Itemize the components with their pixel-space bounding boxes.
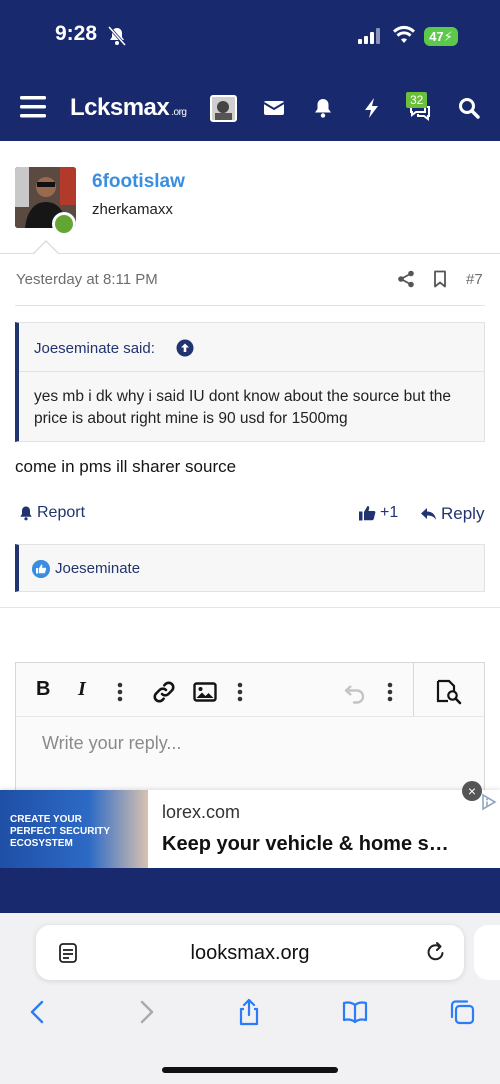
site-logo[interactable]: Lcksmax .org (70, 94, 187, 122)
bookmark-icon[interactable] (432, 270, 448, 288)
thumbs-up-icon (359, 506, 376, 521)
battery-level: 47 (429, 29, 444, 44)
reply-button[interactable]: Reply (420, 504, 484, 524)
link-icon[interactable] (152, 680, 176, 704)
reply-label: Reply (441, 504, 485, 523)
more-options-icon[interactable] (235, 681, 245, 703)
quote-author[interactable]: Joeseminate said: (34, 340, 155, 357)
lightning-icon[interactable] (360, 96, 384, 120)
ad-image-text: CREATE YOUR PERFECT SECURITY ECOSYSTEM (10, 814, 110, 849)
image-icon[interactable] (193, 682, 217, 702)
status-time: 9:28 (55, 22, 98, 45)
report-button[interactable]: Report (18, 504, 85, 522)
logo-suffix: .org (171, 107, 187, 118)
toolbar-divider (413, 663, 414, 716)
reaction-user[interactable]: Joeseminate (55, 560, 140, 577)
share-sheet-icon[interactable] (235, 998, 263, 1026)
divider (0, 253, 500, 254)
bell-slash-icon (108, 26, 126, 46)
menu-icon[interactable] (20, 96, 46, 118)
forward-icon[interactable] (132, 998, 160, 1026)
post-number-link[interactable]: #7 (466, 271, 483, 288)
arrow-up-circle-icon[interactable] (176, 339, 194, 357)
back-icon[interactable] (24, 998, 52, 1026)
bell-icon[interactable] (311, 96, 335, 120)
quote-text: yes mb i dk why i said IU dont know abou… (34, 388, 452, 427)
poster-username[interactable]: 6footislaw (92, 171, 185, 193)
editor-toolbar-divider (16, 716, 484, 717)
ad-title[interactable]: Keep your vehicle & home s… (162, 833, 449, 856)
undo-icon[interactable] (343, 680, 367, 704)
divider (15, 305, 485, 306)
avatar-image (212, 97, 235, 120)
logo-text: Lcksmax (70, 94, 170, 121)
more-options-icon[interactable] (115, 681, 125, 703)
ad-choices-icon[interactable] (478, 792, 498, 812)
post-body-text: come in pms ill sharer source (15, 457, 237, 476)
bookmarks-icon[interactable] (341, 998, 369, 1026)
italic-button[interactable]: I (78, 678, 86, 701)
footer-band (0, 868, 500, 913)
more-options-icon[interactable] (385, 681, 395, 703)
divider (0, 607, 500, 608)
conversations-badge: 32 (406, 92, 428, 108)
online-status-indicator (52, 212, 76, 236)
share-icon[interactable] (397, 270, 415, 288)
wifi-icon (393, 25, 415, 43)
report-label: Report (37, 504, 86, 521)
post-timestamp[interactable]: Yesterday at 8:11 PM (16, 271, 158, 288)
home-indicator[interactable] (162, 1067, 338, 1073)
cellular-signal-icon (358, 28, 380, 44)
like-count: +1 (380, 504, 399, 521)
search-icon[interactable] (457, 96, 481, 120)
poster-user-title: zherkamaxx (92, 201, 173, 218)
reply-arrow-icon (421, 508, 436, 520)
like-reaction-icon (32, 560, 50, 578)
preview-icon[interactable] (436, 679, 462, 705)
battery-indicator: 47 ⚡ (424, 27, 458, 46)
reload-icon[interactable] (425, 940, 447, 964)
ad-domain[interactable]: lorex.com (162, 802, 240, 823)
bell-icon (20, 506, 32, 521)
message-caret-inner (33, 242, 59, 255)
quote-divider (19, 371, 484, 372)
envelope-icon[interactable] (262, 96, 286, 120)
tabs-icon[interactable] (448, 998, 476, 1026)
bold-button[interactable]: B (36, 678, 50, 701)
account-avatar[interactable] (210, 95, 237, 122)
reply-input-placeholder[interactable]: Write your reply... (42, 733, 181, 754)
like-button[interactable]: +1 (358, 504, 398, 522)
